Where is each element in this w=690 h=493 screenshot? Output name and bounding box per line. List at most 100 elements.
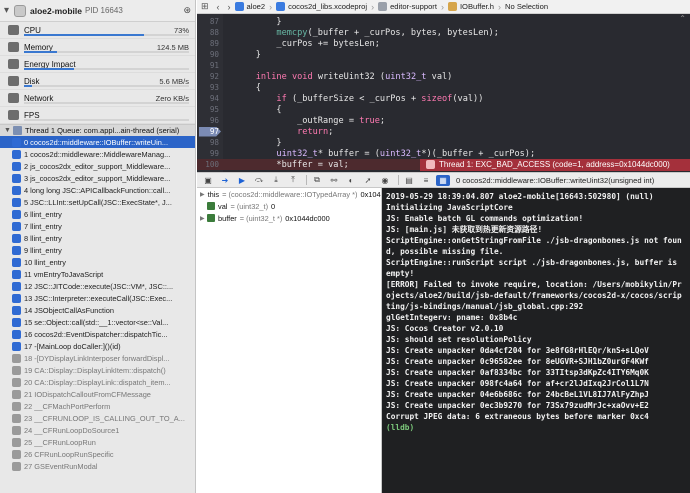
code-line[interactable]: 100 *buffer = val; Thread 1: EXC_BAD_ACCE… — [197, 158, 690, 171]
stack-frame-label: 21 IODispatchCalloutFromCFMessage — [24, 389, 151, 399]
frame-user-icon — [12, 185, 21, 195]
stack-frame[interactable]: 4 long long JSC::APICallbackFunction::ca… — [0, 184, 195, 196]
stack-frame[interactable]: 13 JSC::Interpreter::executeCall(JSC::Ex… — [0, 292, 195, 304]
debug-console[interactable]: 2019-05-29 18:39:04.807 aloe2-mobile[166… — [382, 188, 690, 493]
disclosure-icon[interactable]: ▼ — [4, 127, 13, 134]
simulate-location-icon[interactable]: ➚ — [361, 175, 375, 186]
stack-frame[interactable]: 26 CFRunLoopRunSpecific — [0, 448, 195, 460]
breadcrumb-item[interactable]: No Selection — [505, 2, 548, 11]
process-icon[interactable]: ▤ — [402, 175, 416, 186]
code-line[interactable]: 89 _curPos += bytesLen; — [197, 38, 690, 49]
source-editor[interactable]: 87 } 88 memcpy(_buffer + _curPos, bytes, … — [197, 14, 690, 172]
code-line[interactable]: 96 _outRange = true; — [197, 115, 690, 126]
code-line[interactable]: 88 memcpy(_buffer + _curPos, bytes, byte… — [197, 27, 690, 38]
stack-frame[interactable]: 15 se::Object::call(std::__1::vector<se:… — [0, 316, 195, 328]
current-frame-label[interactable]: 0 cocos2d::middleware::IOBuffer::writeUi… — [456, 176, 654, 185]
breadcrumb-item[interactable]: editor-support — [378, 2, 437, 11]
hide-debug-area-icon[interactable]: ▣ — [201, 175, 215, 186]
thread-icon[interactable]: ≡ — [419, 175, 433, 186]
variable-type: = (cocos2d::middleware::IOTypedArray *) — [222, 189, 358, 199]
gauge-energy-impact[interactable]: Energy Impact — [0, 56, 195, 73]
stack-frame[interactable]: 10 llint_entry — [0, 256, 195, 268]
code-line[interactable]: 94 if (_bufferSize < _curPos + sizeof(va… — [197, 93, 690, 104]
line-number: 100 — [205, 160, 219, 169]
view-hierarchy-icon[interactable]: ⧉ — [310, 175, 324, 186]
memory-icon — [8, 42, 19, 52]
gauge-filter-icon[interactable]: ⊛ — [183, 5, 191, 16]
memory-graph-icon[interactable]: ⚯ — [327, 175, 341, 186]
stack-frame[interactable]: 19 CA::Display::DisplayLinkItem::dispatc… — [0, 364, 195, 376]
thread-row[interactable]: ▼ Thread 1 Queue: com.appl...ain-thread … — [0, 124, 195, 136]
stack-frame[interactable]: 22 __CFMachPortPerform — [0, 400, 195, 412]
breadcrumb-item[interactable]: cocos2d_libs.xcodeproj — [276, 2, 367, 11]
gauge-network[interactable]: Network Zero KB/s — [0, 90, 195, 107]
crash-annotation[interactable]: Thread 1: EXC_BAD_ACCESS (code=1, addres… — [420, 158, 690, 171]
continue-icon[interactable]: ▶ — [235, 175, 249, 186]
lldb-prompt[interactable]: (lldb) — [386, 422, 686, 433]
code-line[interactable]: 95 { — [197, 104, 690, 115]
code-line[interactable]: 91 — [197, 60, 690, 71]
stack-frame[interactable]: 25 __CFRunLoopRun — [0, 436, 195, 448]
console-line: JS: Create unpacker 0da4cf204 for 3e8fG8… — [386, 346, 649, 355]
variable-value: 0x1044dc000 — [285, 213, 330, 223]
disclosure-icon[interactable]: ▶ — [200, 215, 207, 222]
process-row[interactable]: ▾ aloe2-mobile PID 16643 ⊛ — [0, 0, 195, 22]
forward-arrow-icon[interactable]: › — [224, 2, 235, 12]
stack-frame[interactable]: 12 JSC::JITCode::execute(JSC::VM*, JSC::… — [0, 280, 195, 292]
line-number: 96 — [209, 116, 219, 125]
gauge-fps[interactable]: FPS — [0, 107, 195, 124]
step-into-icon[interactable]: ⤓ — [269, 175, 283, 186]
code-line[interactable]: 92 inline void writeUint32 (uint32_t val… — [197, 71, 690, 82]
stack-frame[interactable]: 23 __CFRUNLOOP_IS_CALLING_OUT_TO_A... — [0, 412, 195, 424]
frame-icon[interactable]: ▦ — [436, 174, 450, 186]
stack-frame[interactable]: 0 cocos2d::middleware::IOBuffer::writeUi… — [0, 136, 195, 148]
stack-frame[interactable]: 9 llint_entry — [0, 244, 195, 256]
related-items-icon[interactable]: ⊞ — [197, 1, 213, 12]
stack-frame[interactable]: 27 GSEventRunModal — [0, 460, 195, 472]
disclosure-icon[interactable]: ▶ — [200, 191, 205, 198]
stack-frame[interactable]: 7 llint_entry — [0, 220, 195, 232]
variable-row[interactable]: ▶ this = (cocos2d::middleware::IOTypedArra… — [197, 188, 381, 200]
console-line: 2019-05-29 18:39:04.807 aloe2-mobile[166… — [386, 192, 654, 201]
disclosure-icon[interactable]: ▾ — [4, 5, 14, 16]
code-line[interactable]: 87 } — [197, 16, 690, 27]
step-over-icon[interactable]: ⤼ — [252, 175, 266, 186]
breadcrumb-item[interactable]: aloe2 — [234, 2, 265, 11]
step-out-icon[interactable]: ⤒ — [286, 175, 300, 186]
breakpoints-toggle-icon[interactable]: ➔ — [218, 175, 232, 186]
stack-frame[interactable]: 5 JSC::LLInt::setUpCall(JSC::ExecState*,… — [0, 196, 195, 208]
variable-type: = (uint32_t) — [230, 201, 269, 211]
stack-frame[interactable]: 24 __CFRunLoopDoSource1 — [0, 424, 195, 436]
stack-frame[interactable]: 18 -[DYDisplayLinkInterposer forwardDisp… — [0, 352, 195, 364]
frame-user-icon — [12, 197, 21, 207]
variable-row[interactable]: val = (uint32_t) 0 — [197, 200, 381, 212]
frame-system-icon — [12, 461, 21, 471]
frame-user-icon — [12, 173, 21, 183]
stack-frame[interactable]: 21 IODispatchCalloutFromCFMessage — [0, 388, 195, 400]
code-line[interactable]: 98 } — [197, 137, 690, 148]
gauge-cpu[interactable]: CPU 73% — [0, 22, 195, 39]
stack-frame[interactable]: 8 llint_entry — [0, 232, 195, 244]
code-line[interactable]: 90 } — [197, 49, 690, 60]
stack-frame-label: 20 CA::Display::DisplayLink::dispatch_it… — [24, 377, 171, 387]
stack-frame[interactable]: 6 llint_entry — [0, 208, 195, 220]
file-icon — [447, 2, 457, 11]
stack-frame[interactable]: 17 -[MainLoop doCaller:]()(id) — [0, 340, 195, 352]
stack-frame[interactable]: 3 js_cocos2dx_editor_support_Middleware.… — [0, 172, 195, 184]
breadcrumb-item[interactable]: IOBuffer.h — [447, 2, 494, 11]
gauge-memory[interactable]: Memory 124.5 MB — [0, 39, 195, 56]
code-line[interactable]: 99 uint32_t* buffer = (uint32_t*)(_buffe… — [197, 148, 690, 159]
stack-frame[interactable]: 14 JSObjectCallAsFunction — [0, 304, 195, 316]
stack-frame[interactable]: 1 cocos2d::middleware::MiddlewareManag..… — [0, 148, 195, 160]
environment-overrides-icon[interactable]: ◐ — [344, 175, 358, 186]
variable-row[interactable]: ▶ buffer = (uint32_t *) 0x1044dc000 — [197, 212, 381, 224]
code-line[interactable]: 93 { — [197, 82, 690, 93]
stack-frame[interactable]: 2 js_cocos2dx_editor_support_Middleware.… — [0, 160, 195, 172]
stack-frame[interactable]: 11 vmEntryToJavaScript — [0, 268, 195, 280]
code-line[interactable]: 97 return; — [197, 126, 690, 137]
back-arrow-icon[interactable]: ‹ — [213, 2, 224, 12]
stack-frame[interactable]: 16 cocos2d::EventDispatcher::dispatchTic… — [0, 328, 195, 340]
stack-frame[interactable]: 20 CA::Display::DisplayLink::dispatch_it… — [0, 376, 195, 388]
camera-icon[interactable]: ◉ — [378, 175, 392, 186]
gauge-disk[interactable]: Disk 5.6 MB/s — [0, 73, 195, 90]
